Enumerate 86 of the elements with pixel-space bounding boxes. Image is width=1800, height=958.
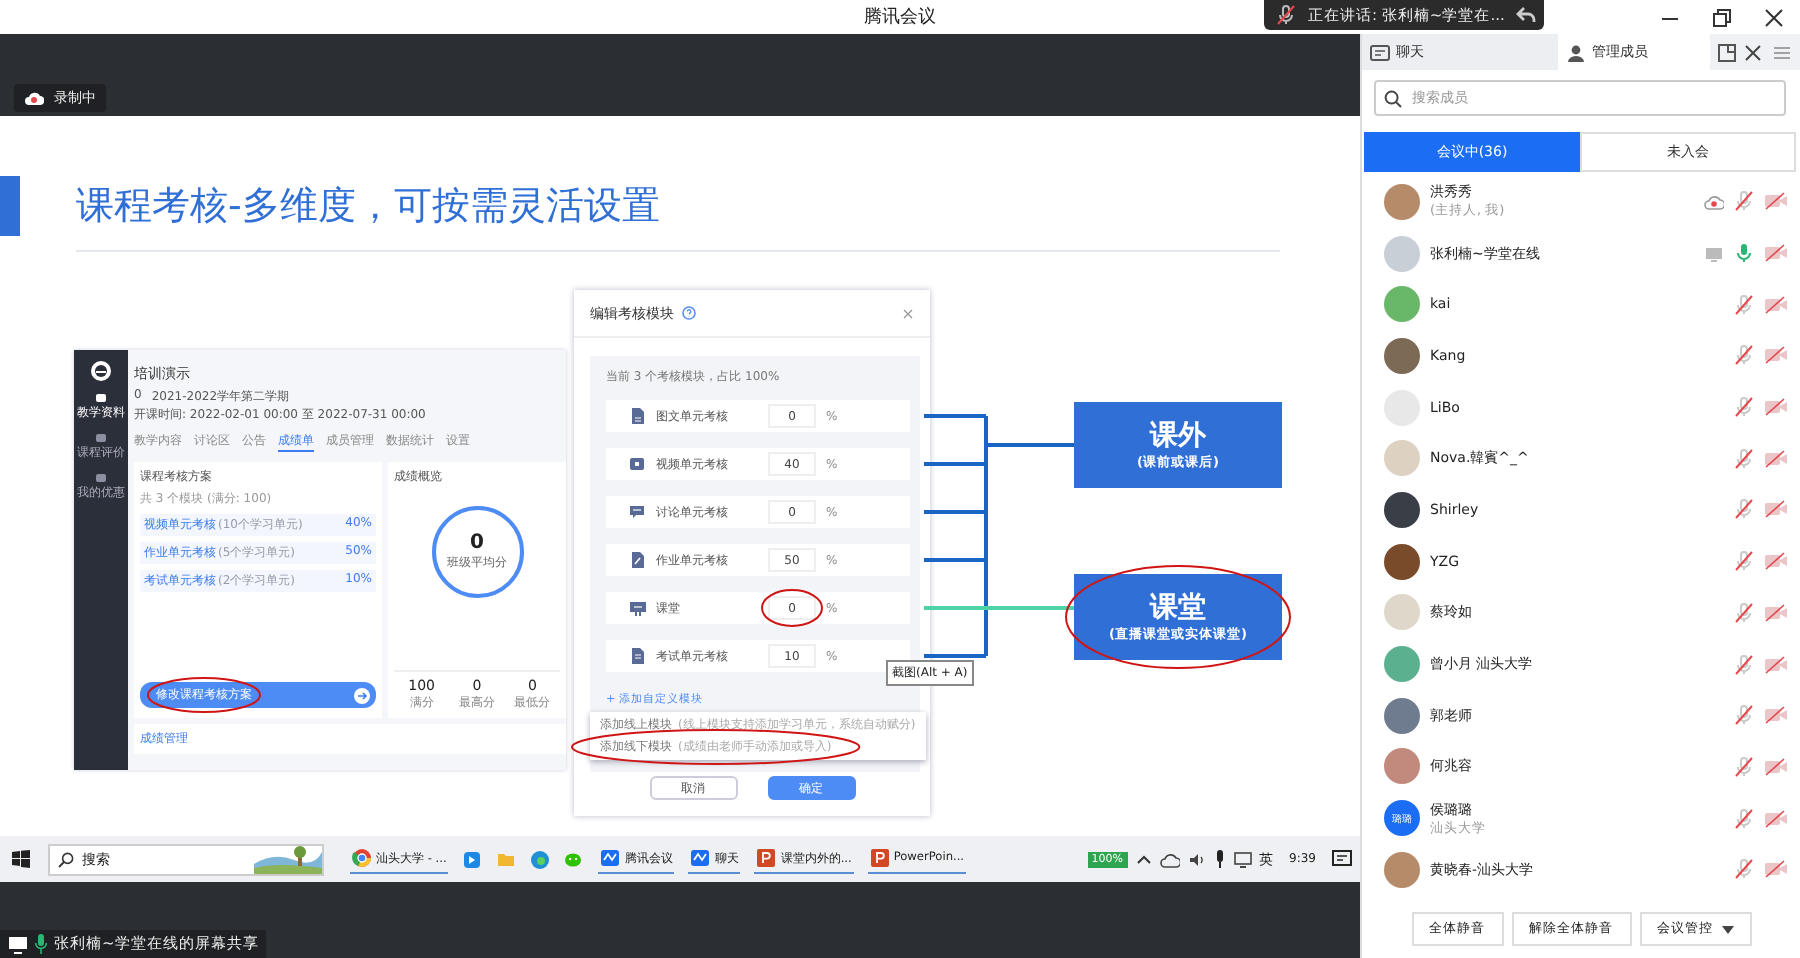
restore-icon[interactable] [1712, 8, 1732, 28]
close-icon[interactable] [1764, 8, 1784, 28]
camera-off-icon[interactable] [1764, 192, 1788, 211]
speaker-icon[interactable] [1187, 851, 1206, 867]
muted-mic-icon[interactable] [1734, 344, 1754, 367]
cloud-icon[interactable] [1159, 851, 1180, 867]
camera-off-icon[interactable] [1764, 757, 1788, 776]
accent-bar [0, 176, 20, 236]
meeting-app-icon [600, 848, 621, 868]
notification-icon[interactable] [1332, 850, 1352, 868]
person-icon [1566, 43, 1586, 61]
avatar-photo-placeholder [1384, 594, 1420, 631]
muted-mic-icon[interactable] [1734, 807, 1754, 830]
chat-bubble-icon[interactable] [564, 849, 585, 869]
avatar-photo-placeholder [1384, 183, 1420, 220]
exam-icon [630, 648, 646, 664]
microphone-icon[interactable] [1213, 850, 1226, 868]
search-icon [58, 851, 74, 867]
avatar-photo-placeholder [1384, 337, 1420, 374]
slide-title: 课程考核-多维度，可按需灵活设置 [76, 182, 660, 232]
avatar-photo-placeholder [1384, 697, 1420, 734]
landscape-drawing [254, 845, 322, 873]
browser-icon[interactable] [530, 849, 551, 869]
muted-mic-icon[interactable] [1734, 396, 1754, 419]
app-icon[interactable] [462, 849, 483, 869]
camera-off-icon[interactable] [1764, 346, 1788, 365]
muted-mic-icon[interactable] [1734, 653, 1754, 676]
meeting-app-icon [690, 848, 711, 868]
cloud-icon [24, 90, 44, 106]
slides-app-icon [869, 848, 890, 868]
menu-icon[interactable] [1774, 45, 1790, 59]
chat-icon [1370, 43, 1390, 61]
muted-mic-icon[interactable] [1734, 550, 1754, 573]
logo-icon [90, 360, 112, 382]
close-icon[interactable] [1744, 43, 1762, 61]
camera-off-icon[interactable] [1764, 552, 1788, 571]
muted-mic-icon[interactable] [1734, 755, 1754, 778]
document-icon [630, 408, 646, 424]
muted-mic-icon[interactable] [1734, 498, 1754, 521]
camera-off-icon[interactable] [1764, 809, 1788, 828]
reply-arrow-icon [1516, 6, 1537, 24]
camera-off-icon[interactable] [1764, 603, 1788, 622]
classroom-icon [630, 600, 646, 616]
video-icon [630, 456, 646, 472]
muted-mic-icon[interactable] [1734, 447, 1754, 470]
screen-share-icon [1704, 245, 1724, 262]
muted-mic-icon[interactable] [1734, 704, 1754, 727]
assignment-icon [630, 552, 646, 568]
avatar-photo-placeholder [1384, 491, 1420, 528]
muted-mic-icon[interactable] [1734, 190, 1754, 213]
camera-off-icon[interactable] [1764, 244, 1788, 263]
chevron-up-icon[interactable] [1135, 851, 1152, 867]
camera-off-icon[interactable] [1764, 655, 1788, 674]
avatar-photo-placeholder [1384, 235, 1420, 272]
avatar-photo-placeholder [1384, 646, 1420, 683]
display-icon[interactable] [1233, 851, 1252, 867]
caret-down-icon [1721, 925, 1733, 933]
camera-off-icon[interactable] [1764, 449, 1788, 468]
hand-drawn-circle [147, 677, 261, 713]
avatar-photo-placeholder [1384, 543, 1420, 580]
windows-icon[interactable] [12, 850, 30, 868]
search-icon [1384, 90, 1402, 108]
muted-mic-icon[interactable] [1734, 858, 1754, 881]
slides-app-icon [756, 848, 777, 868]
discussion-icon [630, 504, 646, 520]
hand-drawn-circle [761, 589, 823, 627]
muted-mic-icon[interactable] [1734, 293, 1754, 316]
camera-off-icon[interactable] [1764, 398, 1788, 417]
camera-off-icon[interactable] [1764, 295, 1788, 314]
browser-icon [352, 848, 372, 868]
microphone-icon [34, 934, 48, 954]
camera-off-icon[interactable] [1764, 860, 1788, 879]
muted-mic-icon[interactable] [1734, 601, 1754, 624]
popout-icon[interactable] [1718, 43, 1736, 61]
help-icon[interactable] [682, 306, 696, 320]
window-title: 腾讯会议 [864, 5, 936, 30]
screen-share-icon [8, 935, 28, 953]
avatar-photo-placeholder [1384, 286, 1420, 323]
avatar-photo-placeholder [1384, 440, 1420, 477]
arrow-right-icon [354, 687, 370, 703]
camera-off-icon[interactable] [1764, 706, 1788, 725]
muted-mic-icon [1276, 4, 1296, 26]
camera-off-icon[interactable] [1764, 500, 1788, 519]
recording-icon [1704, 193, 1724, 210]
avatar-photo-placeholder [1384, 748, 1420, 785]
avatar-photo-placeholder [1384, 851, 1420, 888]
